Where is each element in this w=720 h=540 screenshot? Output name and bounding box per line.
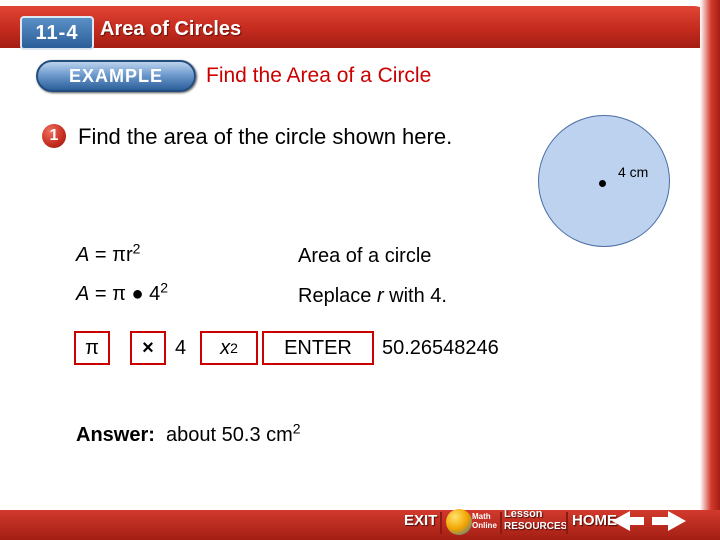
step-2-rhs: π ● 4 <box>112 283 161 305</box>
example-title: Find the Area of a Circle <box>206 64 432 87</box>
frame-right <box>700 0 720 540</box>
answer-exp: 2 <box>292 420 301 437</box>
x-squared-exp: 2 <box>230 340 238 356</box>
answer-line: Answer: about 50.3 cm2 <box>76 421 301 447</box>
answer-text: about 50.3 cm <box>166 424 293 446</box>
enter-key: ENTER <box>262 331 374 365</box>
step-2-note: Replace r with 4. <box>298 285 447 308</box>
home-button[interactable]: HOME <box>572 512 617 529</box>
exit-button[interactable]: EXIT <box>404 512 437 529</box>
previous-arrow-shaft[interactable] <box>628 517 644 525</box>
math-online-globe-icon[interactable] <box>446 509 472 535</box>
step-2-note-prefix: Replace <box>298 285 377 307</box>
step-1-rhs: πr <box>112 244 133 266</box>
radius-label: 4 cm <box>618 164 649 180</box>
step-2-exp: 2 <box>160 279 169 296</box>
step-2-note-var: r <box>376 285 384 307</box>
lesson-resources-bottom[interactable]: RESOURCES <box>504 521 567 532</box>
header-bar: 11-4 Area of Circles <box>0 6 712 50</box>
multiply-key-label: × <box>132 333 164 363</box>
step-2-equation: A = π ● 42 <box>76 280 168 306</box>
x-squared-key-label: x2 <box>202 333 256 363</box>
step-1-lhs: A <box>76 244 90 266</box>
lesson-title: Area of Circles <box>100 18 242 40</box>
step-2-note-suffix: with 4. <box>383 285 447 307</box>
lesson-number-badge: 11-4 <box>20 16 94 50</box>
x-squared-main: x <box>220 336 231 359</box>
step-1-eq: = <box>94 244 107 266</box>
nav-divider <box>566 512 568 534</box>
enter-key-label: ENTER <box>264 333 372 363</box>
nav-divider <box>500 512 502 534</box>
calc-input-value: 4 <box>175 337 187 359</box>
step-2-lhs: A <box>76 283 90 305</box>
next-arrow-shaft[interactable] <box>652 517 668 525</box>
step-2-eq: = <box>94 283 107 305</box>
step-1-note: Area of a circle <box>298 245 432 267</box>
problem-text: Find the area of the circle shown here. <box>78 124 453 149</box>
circle-figure: 4 cm <box>538 115 670 247</box>
nav-divider <box>440 512 442 534</box>
calc-result: 50.26548246 <box>382 337 499 359</box>
example-pill: EXAMPLE <box>36 60 196 92</box>
pi-key: π <box>74 331 110 365</box>
step-1-equation: A = πr2 <box>76 241 140 267</box>
pi-key-label: π <box>76 333 108 363</box>
multiply-key: × <box>130 331 166 365</box>
lesson-resources-top[interactable]: Lesson <box>504 508 543 520</box>
x-squared-key: x2 <box>200 331 258 365</box>
next-arrow-icon[interactable] <box>668 511 686 531</box>
problem-number-icon: 1 <box>42 124 66 148</box>
answer-label: Answer: <box>76 424 155 446</box>
center-point <box>599 180 606 187</box>
step-1-exp: 2 <box>132 240 141 257</box>
